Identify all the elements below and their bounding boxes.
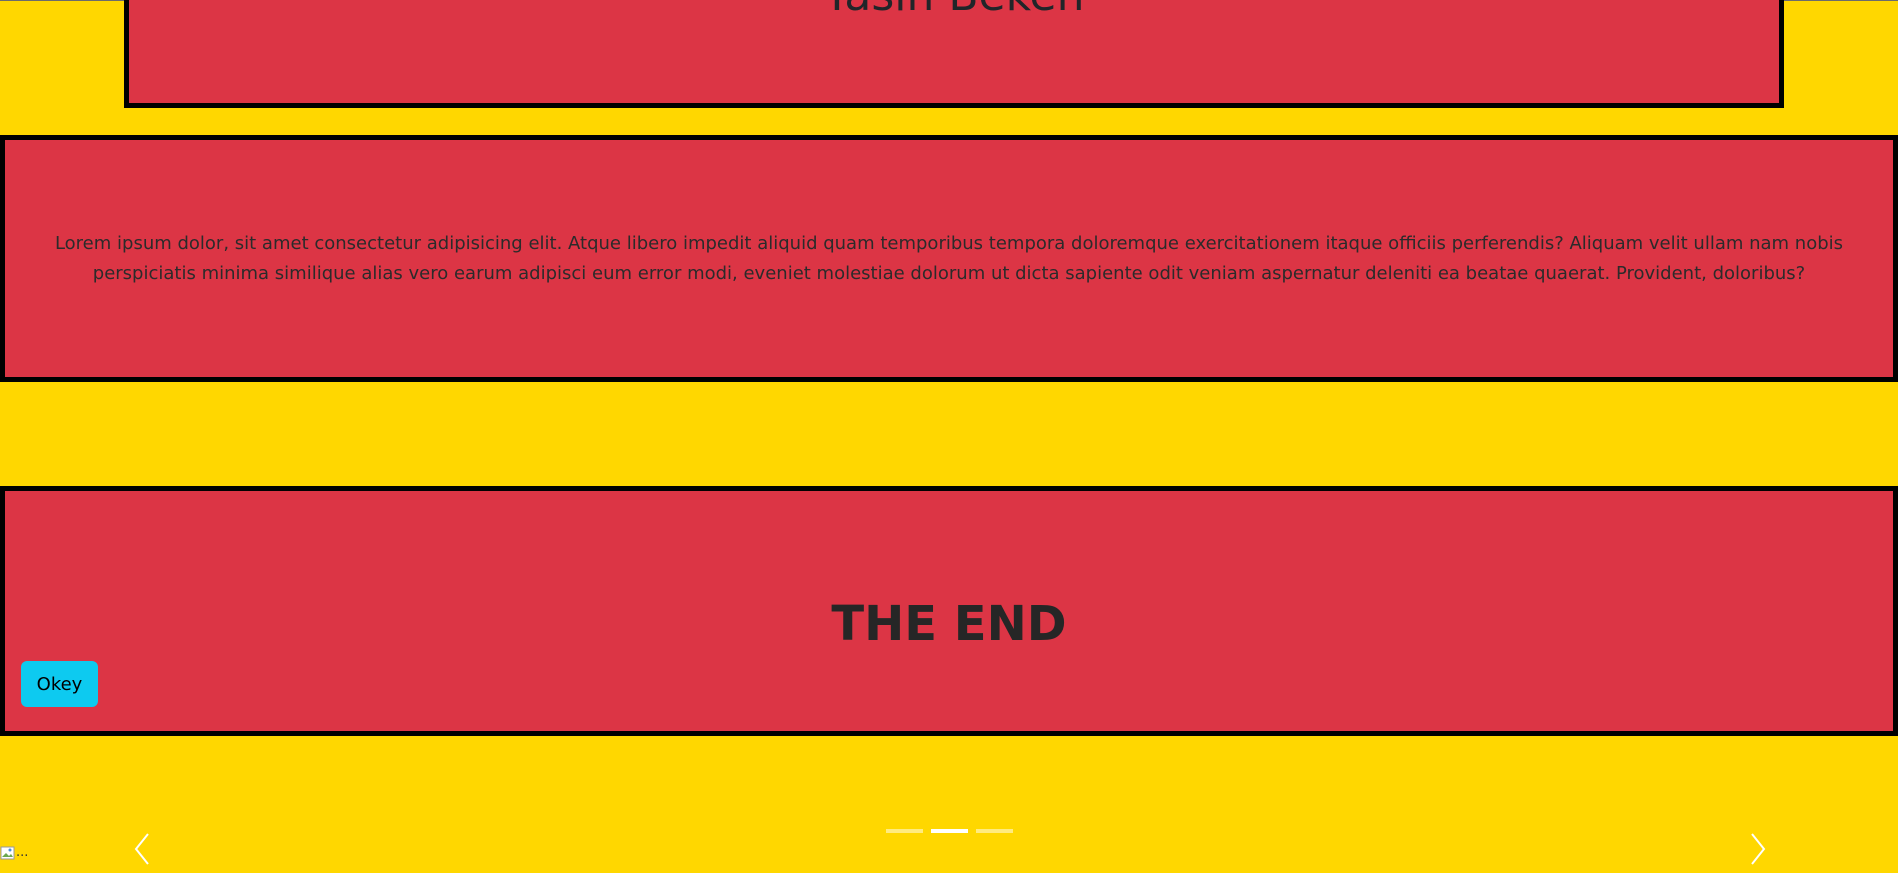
broken-image: ...	[0, 836, 28, 869]
header-title: Yasin Beken	[129, 0, 1779, 18]
carousel-next-button[interactable]	[1742, 830, 1772, 869]
chevron-left-icon	[128, 833, 158, 873]
end-title: THE END	[831, 596, 1067, 652]
broken-image-icon	[0, 845, 16, 861]
carousel-prev-button[interactable]	[128, 830, 158, 869]
okey-button[interactable]: Okey	[21, 661, 98, 707]
carousel-indicator-3[interactable]	[976, 829, 1013, 833]
text-card: Lorem ipsum dolor, sit amet consectetur …	[0, 135, 1898, 382]
carousel-indicator-1[interactable]	[886, 829, 923, 833]
end-card: THE END Okey	[0, 486, 1898, 736]
broken-image-alt: ...	[16, 845, 29, 860]
chevron-right-icon	[1742, 833, 1772, 873]
carousel-indicator-2[interactable]	[931, 829, 968, 833]
header-card: Yasin Beken	[124, 0, 1784, 108]
lorem-paragraph: Lorem ipsum dolor, sit amet consectetur …	[54, 232, 1844, 284]
carousel-indicators	[886, 829, 1013, 833]
